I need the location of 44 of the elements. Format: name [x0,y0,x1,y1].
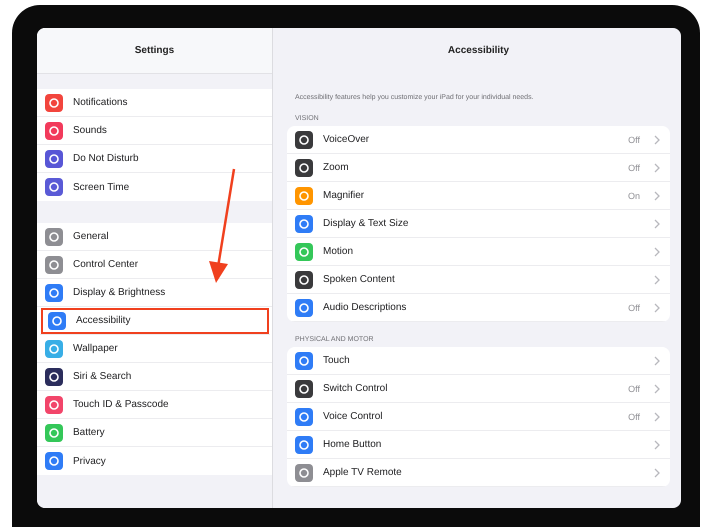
chevron-icon [654,162,660,172]
chevron-icon [654,468,660,478]
settings-row[interactable]: Apple TV Remote [287,459,670,487]
sidebar-item[interactable]: Display & Brightness [37,279,272,307]
sidebar-item[interactable]: General [37,223,272,251]
chevron-icon [654,356,660,366]
chevron-icon [654,440,660,450]
settings-row[interactable]: Spoken Content [287,266,670,294]
sidebar-item[interactable]: Sounds [37,117,272,145]
setting-value: Off [628,302,640,312]
chevron-icon [654,246,660,256]
settings-row[interactable]: VoiceOver Off [287,126,670,154]
sidebar-item[interactable]: Touch ID & Passcode [37,391,272,419]
settings-row[interactable]: Audio Descriptions Off [287,294,670,322]
page-title: Accessibility [448,45,510,56]
settings-row[interactable]: Magnifier On [287,182,670,210]
setting-value: Off [628,134,640,144]
setting-value: Off [628,384,640,394]
settings-row[interactable]: Voice Control Off [287,403,670,431]
sidebar-item[interactable]: Accessibility [40,307,270,335]
settings-row[interactable]: Motion [287,238,670,266]
sidebar-item[interactable]: Privacy [37,447,272,475]
sidebar-item[interactable]: Siri & Search [37,363,272,391]
chevron-icon [654,412,660,422]
chevron-icon [654,190,660,200]
sidebar-item[interactable]: Battery [37,419,272,447]
settings-row[interactable]: Touch [287,347,670,375]
sidebar-item[interactable]: Notifications [37,89,272,117]
settings-row[interactable]: Home Button [287,431,670,459]
chevron-icon [654,218,660,228]
chevron-icon [654,274,660,284]
setting-value: On [628,190,640,200]
sidebar-item[interactable]: Do Not Disturb [37,145,272,173]
sidebar-item[interactable]: Wallpaper [37,335,272,363]
settings-row[interactable]: Switch Control Off [287,375,670,403]
chevron-icon [654,384,660,394]
setting-value: Off [628,412,640,422]
chevron-icon [654,302,660,312]
sidebar-item[interactable]: Screen Time [37,173,272,201]
setting-value: Off [628,162,640,172]
chevron-icon [654,134,660,144]
settings-row[interactable]: Display & Text Size [287,210,670,238]
sidebar-title: Settings [134,45,174,56]
settings-row[interactable]: Zoom Off [287,154,670,182]
